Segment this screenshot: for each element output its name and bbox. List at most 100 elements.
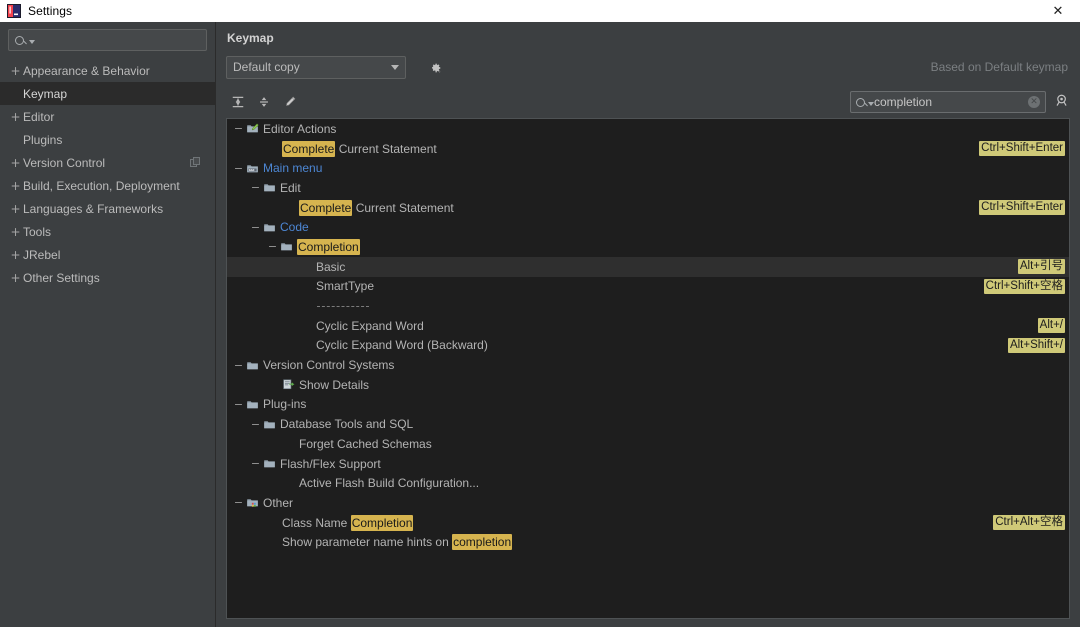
tree-row-label: Show parameter name hints on completion [282, 534, 513, 551]
search-match-highlight: Completion [350, 514, 414, 531]
tree-row-label: Complete Current Statement [282, 140, 437, 157]
collapse-minus-icon[interactable]: − [231, 399, 246, 410]
expand-all-icon [231, 95, 245, 109]
expand-plus-icon[interactable]: + [8, 180, 23, 192]
folder-icon [246, 359, 259, 372]
edit-shortcut-button[interactable] [278, 91, 302, 113]
other-icon [246, 496, 259, 509]
collapse-minus-icon[interactable]: − [231, 163, 246, 174]
tree-row[interactable]: − Code [227, 217, 1069, 237]
collapse-minus-icon[interactable]: − [248, 458, 263, 469]
search-match-highlight: completion [452, 534, 513, 551]
sidebar-item-jrebel[interactable]: + JRebel [0, 243, 215, 266]
search-icon [856, 97, 865, 107]
clear-search-icon[interactable]: ✕ [1028, 96, 1040, 108]
collapse-minus-icon[interactable]: − [248, 182, 263, 193]
tree-row-label: Active Flash Build Configuration... [299, 476, 480, 491]
collapse-minus-icon[interactable]: − [231, 123, 246, 134]
settings-sidebar: + Appearance & Behavior Keymap + Editor Plugi… [0, 22, 216, 627]
sidebar-item-other-settings[interactable]: + Other Settings [0, 266, 215, 289]
collapse-minus-icon[interactable]: − [265, 241, 280, 252]
collapse-minus-icon[interactable]: − [231, 360, 246, 371]
sidebar-item-appearance-behavior[interactable]: + Appearance & Behavior [0, 59, 215, 82]
sidebar-item-plugins[interactable]: Plugins [0, 128, 215, 151]
expand-plus-icon[interactable]: + [8, 226, 23, 238]
expand-all-button[interactable] [226, 91, 250, 113]
sidebar-item-label: Keymap [23, 86, 68, 101]
settings-dialog-body: + Appearance & Behavior Keymap + Editor Plugi… [0, 22, 1080, 627]
tree-row[interactable]: − Flash/Flex Support [227, 454, 1069, 474]
shortcut-badge: Ctrl+Shift+空格 [983, 278, 1065, 294]
expand-plus-icon[interactable]: + [8, 111, 23, 123]
tree-row[interactable]: − Other [227, 493, 1069, 513]
tree-row-label: SmartType [316, 279, 375, 294]
window-titlebar: Settings ✕ [0, 0, 1080, 22]
keymap-panel: Keymap Default copy Based on Default key… [216, 22, 1080, 627]
sidebar-item-label: Plugins [23, 132, 63, 147]
collapse-all-button[interactable] [252, 91, 276, 113]
tree-row[interactable]: Cyclic Expand Word (Backward) Alt+Shift+/ [227, 336, 1069, 356]
shortcut-badge: Ctrl+Shift+Enter [979, 141, 1065, 157]
expand-plus-icon[interactable]: + [8, 157, 23, 169]
sidebar-item-languages-frameworks[interactable]: + Languages & Frameworks [0, 197, 215, 220]
tree-row-label: Class Name Completion [282, 514, 414, 531]
keymap-search-input[interactable] [874, 95, 1028, 109]
tree-separator [227, 296, 1069, 316]
expand-plus-icon[interactable]: + [8, 272, 23, 284]
tree-row-label: Database Tools and SQL [280, 417, 414, 432]
collapse-minus-icon[interactable]: − [248, 419, 263, 430]
tree-row[interactable]: − Main menu [227, 158, 1069, 178]
tree-row[interactable]: SmartType Ctrl+Shift+空格 [227, 277, 1069, 297]
sidebar-item-keymap[interactable]: Keymap [0, 82, 215, 105]
tree-row[interactable]: Forget Cached Schemas [227, 434, 1069, 454]
tree-row[interactable]: Complete Current Statement Ctrl+Shift+Ent… [227, 198, 1069, 218]
folder-icon [246, 398, 259, 411]
tree-row[interactable]: − Version Control Systems [227, 355, 1069, 375]
tree-row[interactable]: − Database Tools and SQL [227, 414, 1069, 434]
tree-row-label: Flash/Flex Support [280, 456, 381, 471]
folder-icon [263, 418, 276, 431]
shortcut-badge: Alt+Shift+/ [1007, 337, 1065, 353]
keymap-settings-button[interactable] [424, 57, 444, 77]
tree-row-label: Other [263, 495, 294, 510]
tree-row[interactable]: Active Flash Build Configuration... [227, 473, 1069, 493]
sidebar-search-input[interactable] [37, 33, 200, 47]
edit-pencil-icon [283, 95, 297, 109]
keymap-search-box[interactable]: ✕ [850, 91, 1046, 113]
tree-row[interactable]: − Completion [227, 237, 1069, 257]
sidebar-item-label: Other Settings [23, 270, 100, 285]
tree-row[interactable]: Complete Current Statement Ctrl+Shift+Ent… [227, 139, 1069, 159]
expand-plus-icon[interactable]: + [8, 65, 23, 77]
collapse-minus-icon[interactable]: − [248, 222, 263, 233]
keymap-dropdown-value: Default copy [233, 60, 300, 74]
sidebar-item-editor[interactable]: + Editor [0, 105, 215, 128]
sidebar-nav-list: + Appearance & Behavior Keymap + Editor Plugi… [0, 59, 215, 289]
tree-row[interactable]: Cyclic Expand Word Alt+/ [227, 316, 1069, 336]
expand-plus-icon[interactable]: + [8, 203, 23, 215]
tree-row[interactable]: Show Details [227, 375, 1069, 395]
tree-row[interactable]: − Plug-ins [227, 395, 1069, 415]
sidebar-item-label: Editor [23, 109, 55, 124]
main-menu-icon [246, 162, 259, 175]
close-icon[interactable]: ✕ [1036, 0, 1080, 22]
find-by-shortcut-button[interactable] [1052, 92, 1072, 112]
collapse-minus-icon[interactable]: − [231, 497, 246, 508]
tree-row[interactable]: − Edit [227, 178, 1069, 198]
chevron-down-icon [29, 39, 35, 44]
keymap-actions-tree[interactable]: − Editor Actions Complete Current Statemen… [226, 118, 1070, 619]
editor-actions-icon [246, 122, 259, 135]
copy-icon [190, 157, 201, 168]
sidebar-item-label: Appearance & Behavior [23, 63, 150, 78]
keymap-dropdown[interactable]: Default copy [226, 55, 406, 79]
tree-row[interactable]: − Editor Actions [227, 119, 1069, 139]
sidebar-item-version-control[interactable]: + Version Control [0, 151, 215, 174]
find-by-shortcut-icon [1055, 93, 1070, 111]
tree-row-label: Main menu [263, 161, 323, 176]
sidebar-item-build-execution-deployment[interactable]: + Build, Execution, Deployment [0, 174, 215, 197]
tree-row[interactable]: Basic Alt+引号 [227, 256, 1069, 277]
sidebar-item-tools[interactable]: + Tools [0, 220, 215, 243]
sidebar-search-box[interactable] [8, 29, 207, 51]
tree-row[interactable]: Class Name Completion Ctrl+Alt+空格 [227, 513, 1069, 533]
expand-plus-icon[interactable]: + [8, 249, 23, 261]
tree-row[interactable]: Show parameter name hints on completion [227, 532, 1069, 552]
